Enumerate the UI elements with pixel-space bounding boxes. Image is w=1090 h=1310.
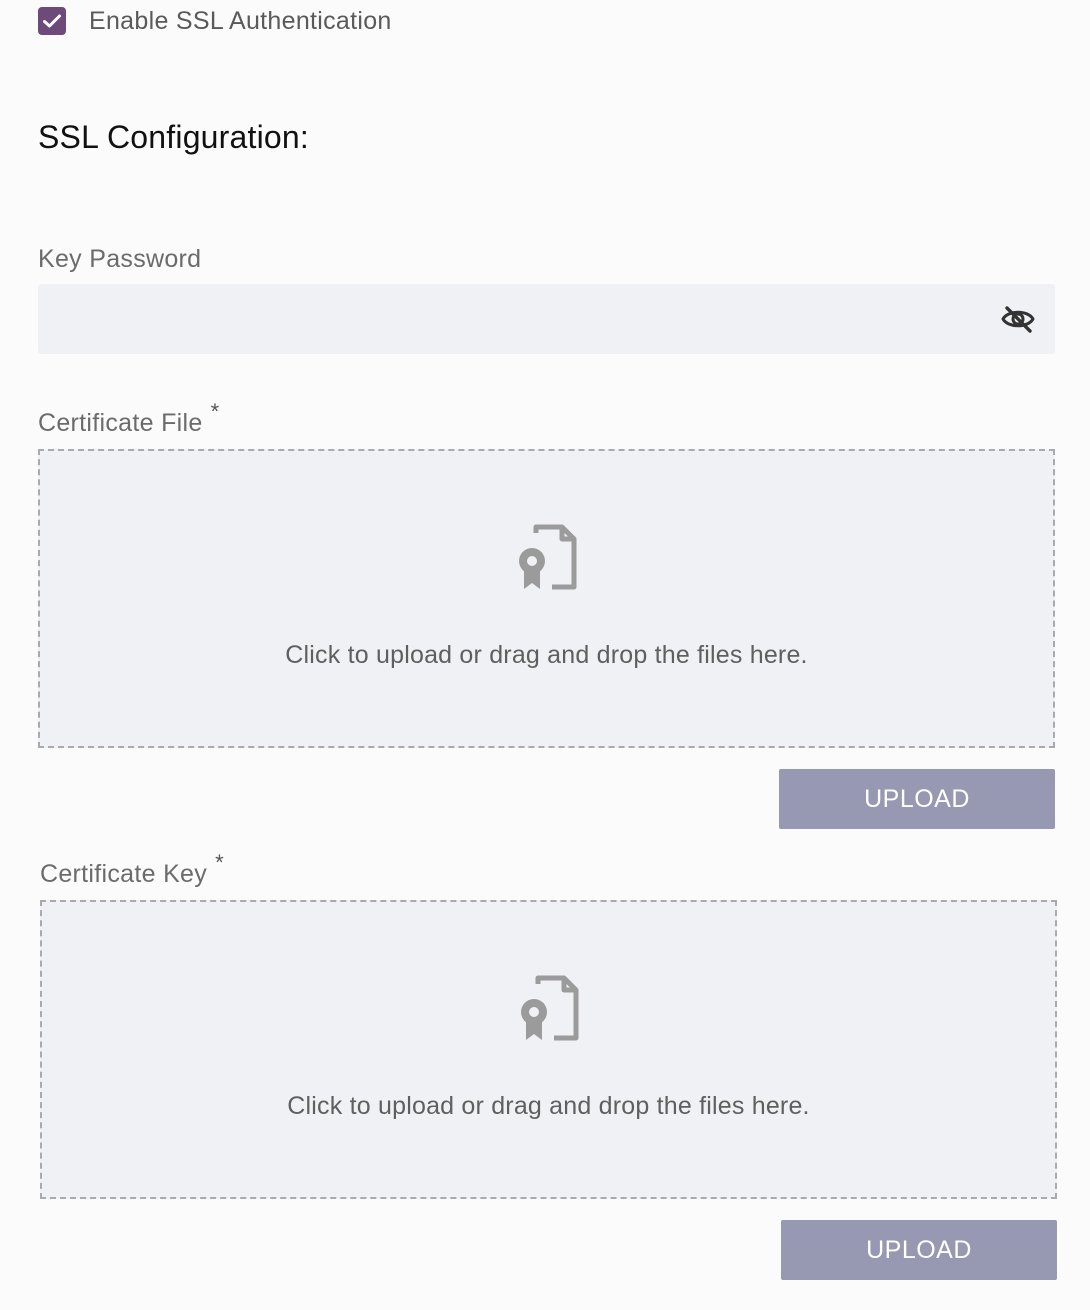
key-password-field[interactable]	[38, 284, 1055, 354]
certificate-file-dropzone-text: Click to upload or drag and drop the fil…	[285, 641, 808, 669]
checkmark-icon	[43, 14, 61, 28]
section-title: SSL Configuration:	[38, 119, 310, 155]
certificate-file-icon	[519, 524, 577, 590]
certificate-file-label: Certificate File *	[38, 399, 219, 439]
required-indicator: *	[215, 850, 224, 875]
certificate-file-label-text: Certificate File	[38, 409, 203, 437]
eye-slash-icon	[1001, 306, 1035, 333]
key-password-label: Key Password	[38, 245, 202, 273]
certificate-file-dropzone[interactable]: Click to upload or drag and drop the fil…	[38, 449, 1055, 748]
key-password-input[interactable]	[38, 284, 1055, 354]
certificate-key-dropzone-text: Click to upload or drag and drop the fil…	[287, 1092, 810, 1120]
certificate-key-dropzone[interactable]: Click to upload or drag and drop the fil…	[40, 900, 1057, 1199]
certificate-key-label-text: Certificate Key	[40, 860, 208, 888]
certificate-key-label: Certificate Key *	[40, 850, 224, 890]
enable-ssl-label[interactable]: Enable SSL Authentication	[89, 6, 392, 36]
required-indicator: *	[210, 399, 220, 424]
certificate-file-upload-button[interactable]: UPLOAD	[779, 769, 1055, 829]
enable-ssl-checkbox[interactable]	[38, 7, 66, 35]
certificate-file-icon	[521, 975, 579, 1041]
certificate-key-upload-button[interactable]: UPLOAD	[781, 1220, 1057, 1280]
password-visibility-toggle[interactable]	[999, 301, 1037, 337]
